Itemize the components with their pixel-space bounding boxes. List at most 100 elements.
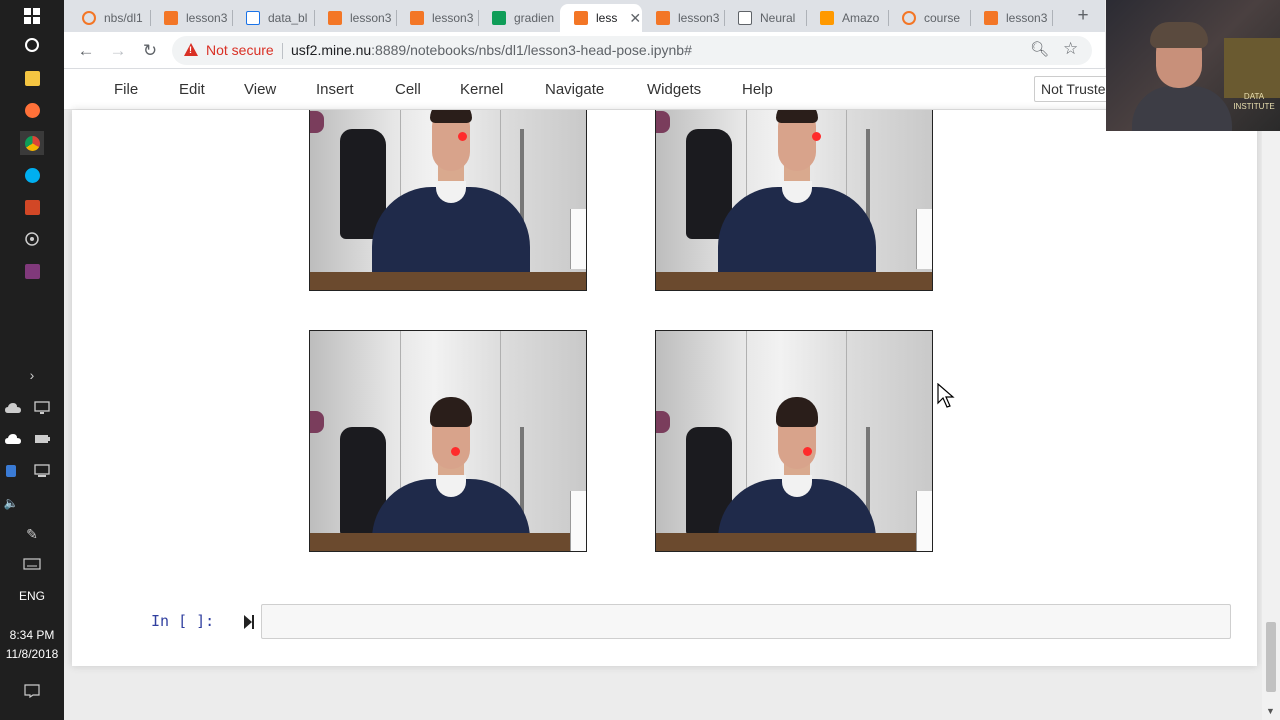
jupyter-icon: [902, 11, 916, 25]
output-image: [655, 110, 933, 291]
zoom-icon[interactable]: 🔍︎: [1030, 40, 1049, 58]
menu-file[interactable]: File: [114, 81, 138, 98]
menu-navigate[interactable]: Navigate: [545, 81, 604, 98]
divider: [282, 43, 283, 59]
mouse-cursor-icon: [937, 383, 955, 408]
code-cell-input[interactable]: [261, 604, 1231, 639]
file-explorer-icon[interactable]: [20, 66, 44, 90]
output-image: [309, 330, 587, 552]
notebook-icon: [164, 11, 178, 25]
back-button[interactable]: ←: [73, 38, 99, 64]
browser-toolbar: ← → ↻ Not secure usf2.mine.nu:8889/noteb…: [64, 32, 1105, 69]
forward-button[interactable]: →: [105, 38, 131, 64]
menu-insert[interactable]: Insert: [316, 81, 354, 98]
network-icon[interactable]: [30, 459, 54, 483]
battery-icon[interactable]: [30, 427, 54, 451]
windows-taskbar: › 🔈 ✎ ENG 8:34 PM 11/8/2018: [0, 0, 64, 720]
scroll-down-arrow-icon[interactable]: ▼: [1266, 706, 1275, 716]
tab-amazon[interactable]: Amazo: [806, 4, 886, 32]
jupyter-icon: [82, 11, 96, 25]
chrome-icon[interactable]: [20, 131, 44, 155]
webcam-sign: DATA INSTITUTE: [1233, 92, 1275, 111]
notebook-container: In [ ]:: [72, 110, 1257, 666]
skype-icon[interactable]: [20, 163, 44, 187]
cloud-sync-icon[interactable]: [1, 396, 25, 420]
tab-gradient[interactable]: gradien: [478, 4, 558, 32]
landmark-dot: [451, 447, 460, 456]
url-host: usf2.mine.nu: [291, 42, 372, 58]
chevron-right-icon[interactable]: ›: [20, 363, 44, 387]
menu-view[interactable]: View: [244, 81, 276, 98]
aws-icon: [820, 11, 834, 25]
tab-lesson3[interactable]: lesson3: [642, 4, 722, 32]
notebook-icon: [984, 11, 998, 25]
onedrive-icon[interactable]: [1, 427, 25, 451]
menu-cell[interactable]: Cell: [395, 81, 421, 98]
not-trusted-button[interactable]: Not Truste: [1034, 76, 1114, 102]
menu-edit[interactable]: Edit: [179, 81, 205, 98]
page-scrollbar[interactable]: ▼: [1262, 110, 1280, 720]
tab-active-lesson3[interactable]: less ✕: [560, 4, 642, 32]
notebook-icon: [574, 11, 588, 25]
security-label[interactable]: Not secure: [206, 42, 274, 58]
language-indicator[interactable]: ENG: [0, 586, 64, 606]
tab-label: nbs/dl1: [104, 11, 143, 25]
cell-prompt: In [ ]:: [151, 612, 215, 630]
tab-label: lesson3: [350, 11, 392, 25]
menu-help[interactable]: Help: [742, 81, 773, 98]
tab-lesson3[interactable]: lesson3: [314, 4, 394, 32]
webcam-overlay: DATA INSTITUTE: [1106, 0, 1280, 131]
clock-date[interactable]: 11/8/2018: [0, 644, 64, 664]
sheets-icon: [492, 11, 506, 25]
menu-widgets[interactable]: Widgets: [647, 81, 701, 98]
url-text[interactable]: usf2.mine.nu:8889/notebooks/nbs/dl1/less…: [291, 42, 692, 58]
powerpoint-icon[interactable]: [20, 195, 44, 219]
tab-label: less: [596, 11, 618, 25]
tab-neural[interactable]: Neural: [724, 4, 804, 32]
onenote-icon[interactable]: [20, 259, 44, 283]
reload-button[interactable]: ↻: [137, 38, 163, 64]
run-cell-icon[interactable]: [242, 613, 256, 631]
tab-label: lesson3: [678, 11, 720, 25]
notebook-icon: [410, 11, 424, 25]
tab-label: Neural: [760, 11, 796, 25]
pen-icon[interactable]: ✎: [20, 522, 44, 546]
tab-lesson3[interactable]: lesson3: [396, 4, 476, 32]
tab-label: lesson3: [186, 11, 228, 25]
volume-icon[interactable]: 🔈: [0, 491, 23, 515]
tab-label: data_bl: [268, 11, 308, 25]
cortana-icon[interactable]: [20, 33, 44, 57]
tab-label: lesson3: [1006, 11, 1048, 25]
file-icon: [246, 11, 260, 25]
tab-label: Amazo: [842, 11, 880, 25]
tab-data-bl[interactable]: data_bl: [232, 4, 312, 32]
keyboard-icon[interactable]: [20, 552, 44, 576]
bookmark-star-icon[interactable]: ☆: [1063, 39, 1078, 59]
notebook-icon: [328, 11, 342, 25]
tab-label: course: [924, 11, 961, 25]
address-bar[interactable]: Not secure usf2.mine.nu:8889/notebooks/n…: [172, 36, 1092, 65]
settings-icon[interactable]: [20, 227, 44, 251]
url-path: :8889/notebooks/nbs/dl1/lesson3-head-pos…: [371, 42, 692, 58]
windows-start-icon[interactable]: [20, 4, 44, 28]
new-tab-button[interactable]: +: [1069, 4, 1097, 28]
tab-lesson3[interactable]: lesson3: [150, 4, 230, 32]
menu-kernel[interactable]: Kernel: [460, 81, 503, 98]
tab-lesson3[interactable]: lesson3: [970, 4, 1050, 32]
notifications-icon[interactable]: [20, 679, 44, 703]
clock-time[interactable]: 8:34 PM: [0, 625, 64, 645]
close-icon[interactable]: ✕: [629, 10, 641, 27]
display-icon[interactable]: [30, 396, 54, 420]
jupyter-menubar: File Edit View Insert Cell Kernel Naviga…: [64, 69, 1280, 110]
warning-icon[interactable]: [184, 43, 198, 56]
scrollbar-thumb[interactable]: [1266, 622, 1276, 692]
defender-icon[interactable]: [0, 459, 23, 483]
landmark-dot: [458, 132, 467, 141]
landmark-dot: [803, 447, 812, 456]
tab-label: gradien: [514, 11, 555, 25]
firefox-icon[interactable]: [20, 98, 44, 122]
tab-nbs-dl1[interactable]: nbs/dl1: [68, 4, 148, 32]
landmark-dot: [812, 132, 821, 141]
tab-course[interactable]: course: [888, 4, 968, 32]
output-image: [309, 110, 587, 291]
